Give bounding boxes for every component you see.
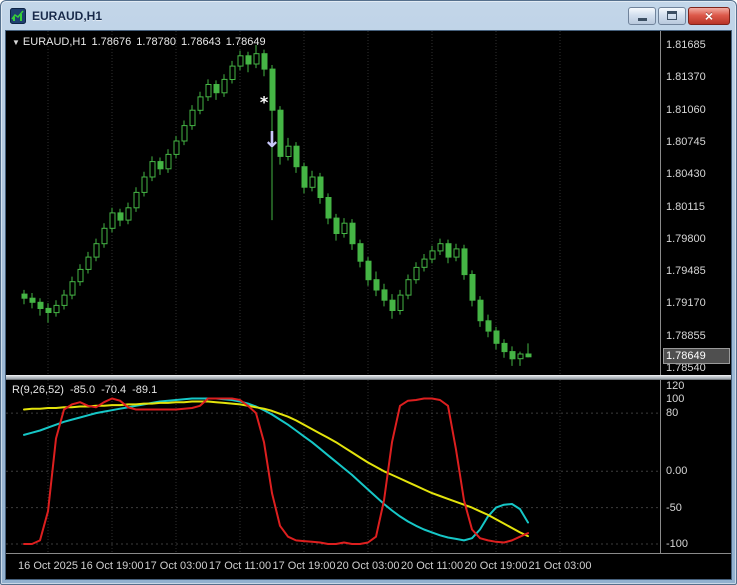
indicator-pane[interactable]: R(9,26,52) -85.0 -70.4 -89.1 xyxy=(6,380,660,553)
indicator-axis-label: -100 xyxy=(666,538,689,550)
indicator-axis-label: 0.00 xyxy=(666,465,688,477)
header-open: 1.78676 xyxy=(91,36,132,48)
price-axis-label: 1.78855 xyxy=(666,330,706,342)
star-marker[interactable]: * xyxy=(260,93,269,112)
price-axis-label: 1.81060 xyxy=(666,104,706,116)
indicator-axis-label: 120 xyxy=(666,380,685,392)
indicator-value-3: -89.1 xyxy=(132,384,158,396)
candlestick-chart[interactable]: *↓ xyxy=(6,31,660,375)
price-axis-label: 1.79485 xyxy=(666,265,706,277)
price-axis-label: 1.80115 xyxy=(666,201,705,213)
price-axis-label: 1.81685 xyxy=(666,39,706,51)
oscillator-chart[interactable] xyxy=(6,380,660,553)
indicator-axis-label: -50 xyxy=(666,502,682,514)
collapse-triangle-icon[interactable]: ▼ xyxy=(12,38,20,47)
indicator-value-1: -85.0 xyxy=(69,384,96,396)
indicator-value-2: -70.4 xyxy=(101,384,127,396)
price-chart-pane[interactable]: * ↓ ▼ EURAUD,H1 1.78676 1.78780 1.78643 1.7864… xyxy=(6,31,660,375)
close-button[interactable]: × xyxy=(688,6,730,25)
price-axis-label: 1.81370 xyxy=(666,71,706,83)
price-axis-label: 1.79170 xyxy=(666,297,706,309)
time-axis-label: 21 Oct 03:00 xyxy=(528,560,592,572)
price-axis[interactable]: 1.81685 1.81370 1.81060 1.80745 1.80430 1.801… xyxy=(660,31,731,375)
price-axis-label: 1.80430 xyxy=(666,168,706,180)
indicator-axis[interactable]: 120 100 80 0.00 -50 -100 xyxy=(660,380,731,553)
mt4-chart-window: EURAUD,H1 × * ↓ ▼ EURAUD,H1 1.78676 1.78780 1… xyxy=(0,0,737,585)
minimize-button[interactable] xyxy=(628,6,656,25)
indicator-axis-label: 100 xyxy=(666,393,685,405)
chart-window-icon xyxy=(10,7,26,24)
current-price-tag: 1.78649 xyxy=(663,348,730,364)
header-symbol-period: EURAUD,H1 xyxy=(22,36,87,48)
window-controls: × xyxy=(628,6,730,25)
titlebar[interactable]: EURAUD,H1 × xyxy=(1,1,736,28)
maximize-icon xyxy=(667,11,677,20)
indicator-axis-label: 80 xyxy=(666,407,679,419)
ohlc-header: ▼ EURAUD,H1 1.78676 1.78780 1.78643 1.78649 xyxy=(12,36,266,48)
header-high: 1.78780 xyxy=(136,36,177,48)
header-low: 1.78643 xyxy=(181,36,221,48)
line2-cyan xyxy=(23,397,529,542)
time-axis[interactable]: 16 Oct 2025 16 Oct 19:00 17 Oct 03:00 17 Oc… xyxy=(6,553,731,579)
price-axis-label: 1.79800 xyxy=(666,233,706,245)
header-close: 1.78649 xyxy=(225,36,266,48)
indicator-name: R(9,26,52) xyxy=(12,384,64,396)
minimize-icon xyxy=(637,18,647,21)
chart-grid: * ↓ ▼ EURAUD,H1 1.78676 1.78780 1.78643 1.7864… xyxy=(6,31,731,579)
sell-arrow[interactable]: ↓ xyxy=(263,128,281,153)
window-title: EURAUD,H1 xyxy=(32,8,103,23)
maximize-button[interactable] xyxy=(658,6,686,25)
indicator-header: R(9,26,52) -85.0 -70.4 -89.1 xyxy=(12,384,157,396)
price-axis-label: 1.80745 xyxy=(666,136,706,148)
chart-client-area: * ↓ ▼ EURAUD,H1 1.78676 1.78780 1.78643 1.7864… xyxy=(5,30,732,580)
line3-yellow xyxy=(23,400,529,538)
